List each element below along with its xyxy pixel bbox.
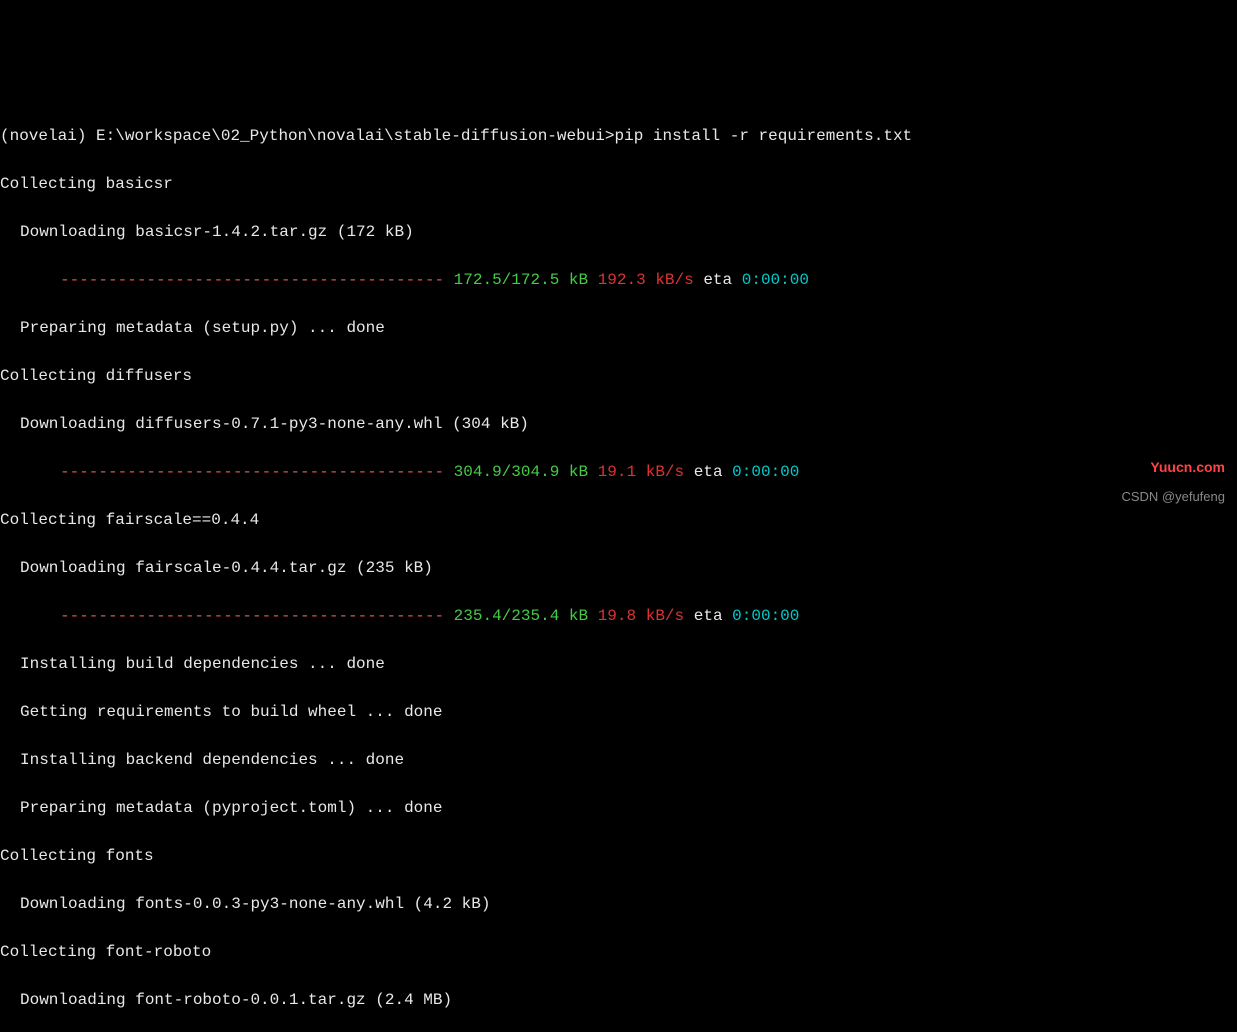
output-line: Downloading basicsr-1.4.2.tar.gz (172 kB… bbox=[0, 220, 1237, 244]
output-line: Installing build dependencies ... done bbox=[0, 652, 1237, 676]
download-speed: 192.3 kB/s bbox=[598, 271, 694, 289]
output-line: Collecting font-roboto bbox=[0, 940, 1237, 964]
output-line: Preparing metadata (pyproject.toml) ... … bbox=[0, 796, 1237, 820]
download-size: 172.5/172.5 kB bbox=[454, 271, 588, 289]
output-line: Collecting basicsr bbox=[0, 172, 1237, 196]
command-line: (novelai) E:\workspace\02_Python\novalai… bbox=[0, 124, 1237, 148]
eta-time: 0:00:00 bbox=[732, 607, 799, 625]
eta-label: eta bbox=[694, 607, 723, 625]
eta-label: eta bbox=[694, 463, 723, 481]
progress-bar: ---------------------------------------- bbox=[60, 271, 444, 289]
output-line: Downloading fairscale-0.4.4.tar.gz (235 … bbox=[0, 556, 1237, 580]
output-line: Downloading font-roboto-0.0.1.tar.gz (2.… bbox=[0, 988, 1237, 1012]
download-size: 304.9/304.9 kB bbox=[454, 463, 588, 481]
eta-time: 0:00:00 bbox=[742, 271, 809, 289]
output-line: Downloading fonts-0.0.3-py3-none-any.whl… bbox=[0, 892, 1237, 916]
output-line: Preparing metadata (setup.py) ... done bbox=[0, 316, 1237, 340]
output-line: Collecting fairscale==0.4.4 bbox=[0, 508, 1237, 532]
terminal-output[interactable]: (novelai) E:\workspace\02_Python\novalai… bbox=[0, 100, 1237, 1032]
download-speed: 19.8 kB/s bbox=[598, 607, 684, 625]
pip-command: pip install -r requirements.txt bbox=[615, 127, 913, 145]
download-size: 235.4/235.4 kB bbox=[454, 607, 588, 625]
working-directory: E:\workspace\02_Python\novalai\stable-di… bbox=[96, 127, 614, 145]
watermark-site: Yuucn.com bbox=[1150, 457, 1225, 478]
output-line: Getting requirements to build wheel ... … bbox=[0, 700, 1237, 724]
progress-line: ----------------------------------------… bbox=[0, 604, 1237, 628]
output-line: Installing backend dependencies ... done bbox=[0, 748, 1237, 772]
output-line: Downloading diffusers-0.7.1-py3-none-any… bbox=[0, 412, 1237, 436]
progress-line: ----------------------------------------… bbox=[0, 268, 1237, 292]
watermark-csdn: CSDN @yefufeng bbox=[1121, 487, 1225, 507]
progress-line: ----------------------------------------… bbox=[0, 460, 1237, 484]
output-line: Collecting diffusers bbox=[0, 364, 1237, 388]
progress-bar: ---------------------------------------- bbox=[60, 607, 444, 625]
progress-bar: ---------------------------------------- bbox=[60, 463, 444, 481]
eta-time: 0:00:00 bbox=[732, 463, 799, 481]
eta-label: eta bbox=[703, 271, 732, 289]
output-line: Collecting fonts bbox=[0, 844, 1237, 868]
download-speed: 19.1 kB/s bbox=[598, 463, 684, 481]
env-name: (novelai) bbox=[0, 127, 96, 145]
